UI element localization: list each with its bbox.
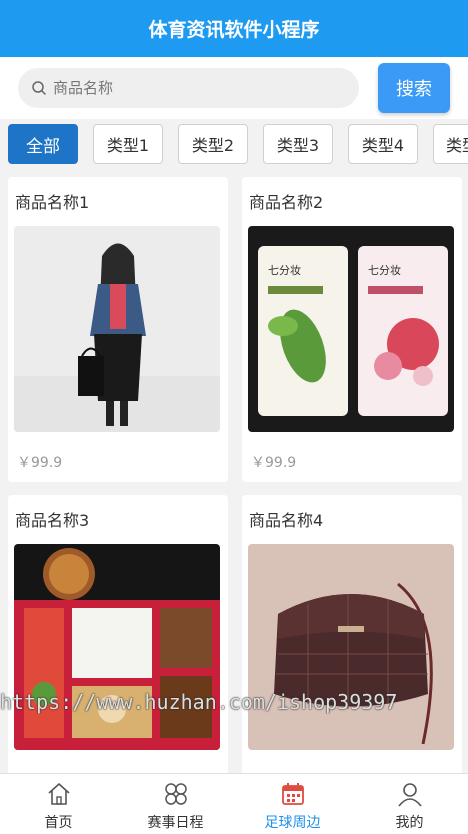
svg-text:七分妆: 七分妆 (368, 264, 401, 277)
product-card[interactable]: 商品名称1 ￥99.9 (8, 177, 228, 482)
product-card[interactable]: 商品名称4 (242, 495, 462, 773)
bottom-tabbar: 首页 赛事日程 足球周边 我的 (0, 773, 468, 834)
search-bar: 搜索 (0, 57, 468, 119)
product-card[interactable]: 商品名称2 七分妆 七分妆 ￥99.9 (242, 177, 462, 482)
woman-jeans-jacket-photo (14, 226, 220, 432)
svg-text:七分妆: 七分妆 (268, 264, 301, 277)
search-input[interactable] (53, 79, 313, 97)
product-card[interactable]: 商品名称3 (8, 495, 228, 773)
product-price: ￥99.9 (251, 455, 297, 471)
tab-mine[interactable]: 我的 (351, 774, 468, 834)
tab-football-merch[interactable]: 足球周边 (234, 774, 351, 834)
search-box[interactable] (18, 68, 359, 108)
category-tabs: 全部 类型1 类型2 类型3 类型4 类型5 (0, 119, 468, 169)
face-mask-packs-photo: 七分妆 七分妆 (248, 226, 454, 432)
product-name: 商品名称1 (15, 193, 90, 212)
search-icon (32, 81, 46, 95)
category-type3[interactable]: 类型3 (263, 124, 333, 164)
tab-label: 首页 (44, 815, 73, 831)
search-button[interactable]: 搜索 (378, 63, 450, 113)
handbag-photo (248, 544, 454, 750)
watermark: https://www.huzhan.com/ishop39397 (0, 690, 398, 714)
category-type2[interactable]: 类型2 (178, 124, 248, 164)
grid-icon (164, 783, 187, 805)
tab-label: 赛事日程 (147, 815, 204, 831)
product-name: 商品名称2 (249, 193, 324, 212)
category-type1[interactable]: 类型1 (93, 124, 163, 164)
home-icon (47, 783, 70, 805)
tab-schedule[interactable]: 赛事日程 (117, 774, 234, 834)
tab-label: 我的 (395, 815, 424, 831)
product-grid: 商品名称1 ￥99.9 商品名称2 七分妆 七分妆 ￥99.9 商品名称3 商品… (0, 177, 468, 773)
user-icon (397, 783, 422, 807)
product-name: 商品名称4 (249, 511, 324, 530)
app-header: 体育资讯软件小程序 (0, 0, 468, 57)
page-title: 体育资讯软件小程序 (148, 19, 320, 41)
bento-box-photo (14, 544, 220, 750)
product-price: ￥99.9 (17, 455, 63, 471)
tab-label: 足球周边 (264, 815, 321, 831)
category-all[interactable]: 全部 (8, 124, 78, 164)
product-name: 商品名称3 (15, 511, 90, 530)
calendar-icon (281, 783, 304, 805)
category-type4[interactable]: 类型4 (348, 124, 418, 164)
category-type5[interactable]: 类型5 (433, 124, 468, 164)
tab-home[interactable]: 首页 (0, 774, 117, 834)
